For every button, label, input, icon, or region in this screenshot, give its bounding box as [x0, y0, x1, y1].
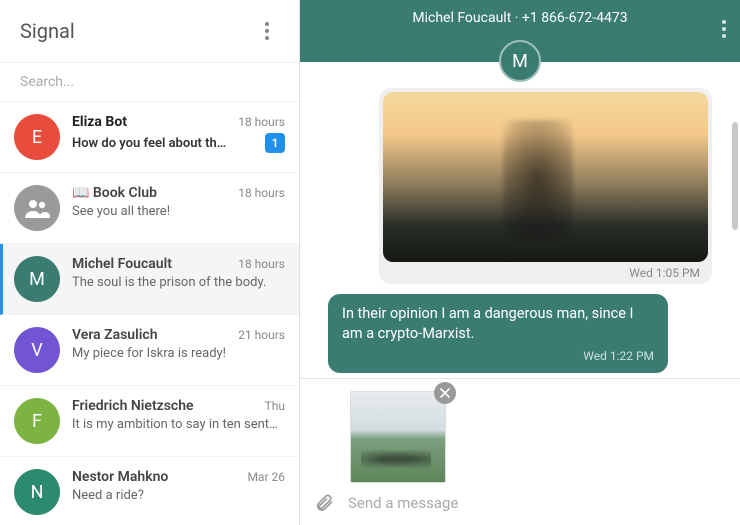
- conversation-name: Friedrich Nietzsche: [72, 398, 194, 414]
- conversation-preview: The soul is the prison of the body.: [72, 275, 266, 290]
- search-input[interactable]: [0, 63, 299, 101]
- conversation-time: 18 hours: [238, 257, 285, 271]
- conversation-time: 21 hours: [238, 328, 285, 342]
- conversation-preview: Need a ride?: [72, 488, 144, 503]
- unread-badge: 1: [265, 133, 285, 153]
- paperclip-icon: [314, 493, 334, 513]
- close-icon: [440, 388, 450, 398]
- avatar: N: [14, 469, 60, 515]
- message-time: Wed 1:05 PM: [383, 262, 708, 282]
- avatar: [14, 185, 60, 231]
- chat-header: Michel Foucault · +1 866-672-4473 M: [300, 0, 740, 62]
- attachment-thumbnail[interactable]: [350, 391, 446, 483]
- chat-contact-name: Michel Foucault: [412, 10, 511, 26]
- sidebar: Signal E Eliza Bot 18 hours How do you feel…: [0, 0, 300, 525]
- message-time: Wed 1:22 PM: [342, 349, 654, 363]
- message-text: In their opinion I am a dangerous man, s…: [342, 304, 654, 345]
- avatar: V: [14, 327, 60, 373]
- chat-more-button[interactable]: [722, 20, 726, 38]
- chat-header-title: Michel Foucault · +1 866-672-4473: [412, 10, 627, 26]
- attachment-preview: [314, 391, 412, 483]
- conversation-name: Nestor Mahkno: [72, 469, 168, 485]
- conversation-item[interactable]: V Vera Zasulich 21 hours My piece for Iskra…: [0, 315, 299, 386]
- composer: [300, 378, 740, 525]
- avatar: F: [14, 398, 60, 444]
- app-title: Signal: [20, 19, 75, 43]
- conversation-list[interactable]: E Eliza Bot 18 hours How do you feel about …: [0, 102, 299, 525]
- conversation-time: 18 hours: [238, 115, 285, 129]
- scrollbar-thumb[interactable]: [732, 122, 738, 230]
- more-vertical-icon: [265, 22, 269, 40]
- outgoing-message[interactable]: In their opinion I am a dangerous man, s…: [328, 294, 668, 373]
- attachment-remove-button[interactable]: [434, 382, 456, 404]
- conversation-time: Thu: [265, 399, 285, 413]
- sidebar-header: Signal: [0, 0, 299, 62]
- conversation-name: Vera Zasulich: [72, 327, 158, 343]
- avatar: M: [14, 256, 60, 302]
- attach-button[interactable]: [314, 493, 334, 513]
- conversation-time: 18 hours: [238, 186, 285, 200]
- search-container: [0, 62, 299, 102]
- conversation-item[interactable]: N Nestor Mahkno Mar 26 Need a ride?: [0, 457, 299, 525]
- conversation-preview: See you all there!: [72, 204, 170, 219]
- conversation-item[interactable]: E Eliza Bot 18 hours How do you feel about …: [0, 102, 299, 173]
- avatar: E: [14, 114, 60, 160]
- message-input[interactable]: [348, 494, 726, 512]
- conversation-preview: How do you feel about th…: [72, 136, 226, 151]
- chat-header-avatar[interactable]: M: [499, 40, 541, 82]
- conversation-item[interactable]: 📖 Book Club 18 hours See you all there!: [0, 173, 299, 244]
- conversation-time: Mar 26: [247, 470, 285, 484]
- more-vertical-icon: [722, 20, 726, 38]
- conversation-item[interactable]: M Michel Foucault 18 hours The soul is the …: [0, 244, 299, 315]
- conversation-preview: My piece for Iskra is ready!: [72, 346, 226, 361]
- composer-input-row: [314, 493, 726, 513]
- group-icon: [24, 198, 50, 218]
- conversation-name: 📖 Book Club: [72, 185, 157, 201]
- conversation-preview: It is my ambition to say in ten sent…: [72, 417, 278, 432]
- message-list[interactable]: Wed 1:05 PM In their opinion I am a dange…: [300, 62, 740, 378]
- conversation-name: Eliza Bot: [72, 114, 127, 130]
- chat-pane: Michel Foucault · +1 866-672-4473 M Wed …: [300, 0, 740, 525]
- sidebar-more-button[interactable]: [255, 19, 279, 43]
- conversation-name: Michel Foucault: [72, 256, 172, 272]
- chat-contact-phone: +1 866-672-4473: [522, 10, 628, 26]
- message-image[interactable]: [383, 92, 708, 262]
- incoming-image-message[interactable]: Wed 1:05 PM: [379, 88, 712, 284]
- conversation-item[interactable]: F Friedrich Nietzsche Thu It is my ambition…: [0, 386, 299, 457]
